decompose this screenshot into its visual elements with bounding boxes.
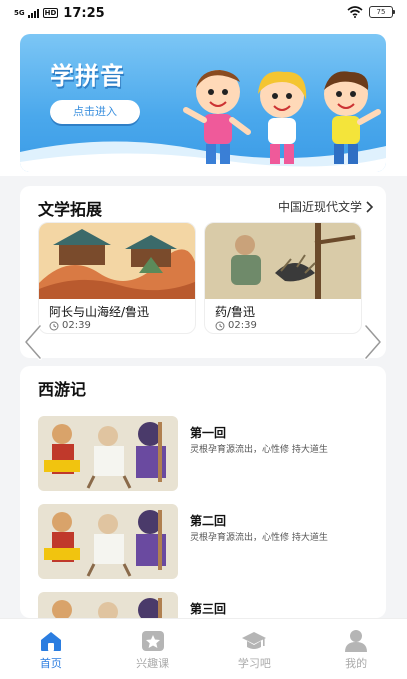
modern-literature-link-label: 中国近现代文学 [277,200,362,214]
chapter-item[interactable]: 第一回 灵根孕育源流出，心性修 持大道生 [38,416,368,491]
nav-interest[interactable]: 兴趣课 [102,619,204,679]
modern-literature-link[interactable]: 中国近现代文学 [278,198,374,215]
clock-icon [215,321,225,330]
literature-item[interactable]: 药/鲁迅 02:39 [204,222,362,334]
signal-icon [27,8,39,18]
nav-mine[interactable]: 我的 [305,619,407,679]
network-type: 5G [14,9,25,17]
literature-section: 文学拓展 中国近现代文学 阿长与山海经/鲁迅 02:39 药/鲁迅 02:39 [20,186,386,358]
graduation-cap-icon [242,632,267,649]
nav-study-label: 学习吧 [237,657,271,670]
literature-cover-image [205,223,361,299]
duration-text: 02:39 [62,320,91,331]
xiyouji-section: 西游记 [20,366,386,618]
chapter-title: 第二回 [190,514,227,528]
chapter-cover-image [38,504,178,579]
chapter-title: 第三回 [190,602,227,616]
chapter-title: 第一回 [190,426,227,440]
literature-cover-image [39,223,195,299]
xiyouji-title: 西游记 [38,380,87,399]
chapter-item[interactable]: 第三回 [38,592,368,618]
nav-mine-label: 我的 [345,657,368,670]
chapter-cover-image [38,592,178,618]
chapter-cover-image [38,416,178,491]
enter-button[interactable]: 点击进入 [50,100,140,124]
nav-study[interactable]: 学习吧 [204,619,306,679]
battery-icon: 75 [369,6,395,18]
banner-title: 学拼音 [50,62,125,90]
literature-item-duration: 02:39 [215,320,257,331]
user-icon [345,630,368,652]
literature-item-title: 药/鲁迅 [215,305,256,319]
nav-home-label: 首页 [39,657,62,670]
literature-item[interactable]: 阿长与山海经/鲁迅 02:39 [38,222,196,334]
bottom-nav: 首页 兴趣课 学习吧 我的 [0,618,407,679]
chapter-desc: 灵根孕育源流出，心性修 持大道生 [190,445,328,455]
nav-home[interactable]: 首页 [0,619,102,679]
wifi-icon [347,6,363,18]
clock-icon [49,321,59,330]
literature-item-title: 阿长与山海经/鲁迅 [49,305,150,319]
duration-text: 02:39 [228,320,257,331]
pinyin-banner[interactable]: 学拼音 点击进入 [20,34,386,172]
kids-illustration [183,70,381,164]
chapter-desc: 灵根孕育源流出，心性修 持大道生 [190,533,328,543]
chevron-right-icon [366,200,374,213]
star-icon [141,631,164,651]
carousel-prev-arrow[interactable] [20,322,44,362]
home-icon [40,632,61,651]
status-time: 17:25 [63,5,105,21]
carousel-next-arrow[interactable] [362,322,386,362]
hd-badge: HD [42,8,59,18]
nav-interest-label: 兴趣课 [136,657,170,670]
status-bar: 5G HD 17:25 75 [0,0,407,26]
literature-title: 文学拓展 [38,200,103,219]
chapter-item[interactable]: 第二回 灵根孕育源流出，心性修 持大道生 [38,504,368,579]
literature-item-duration: 02:39 [49,320,91,331]
